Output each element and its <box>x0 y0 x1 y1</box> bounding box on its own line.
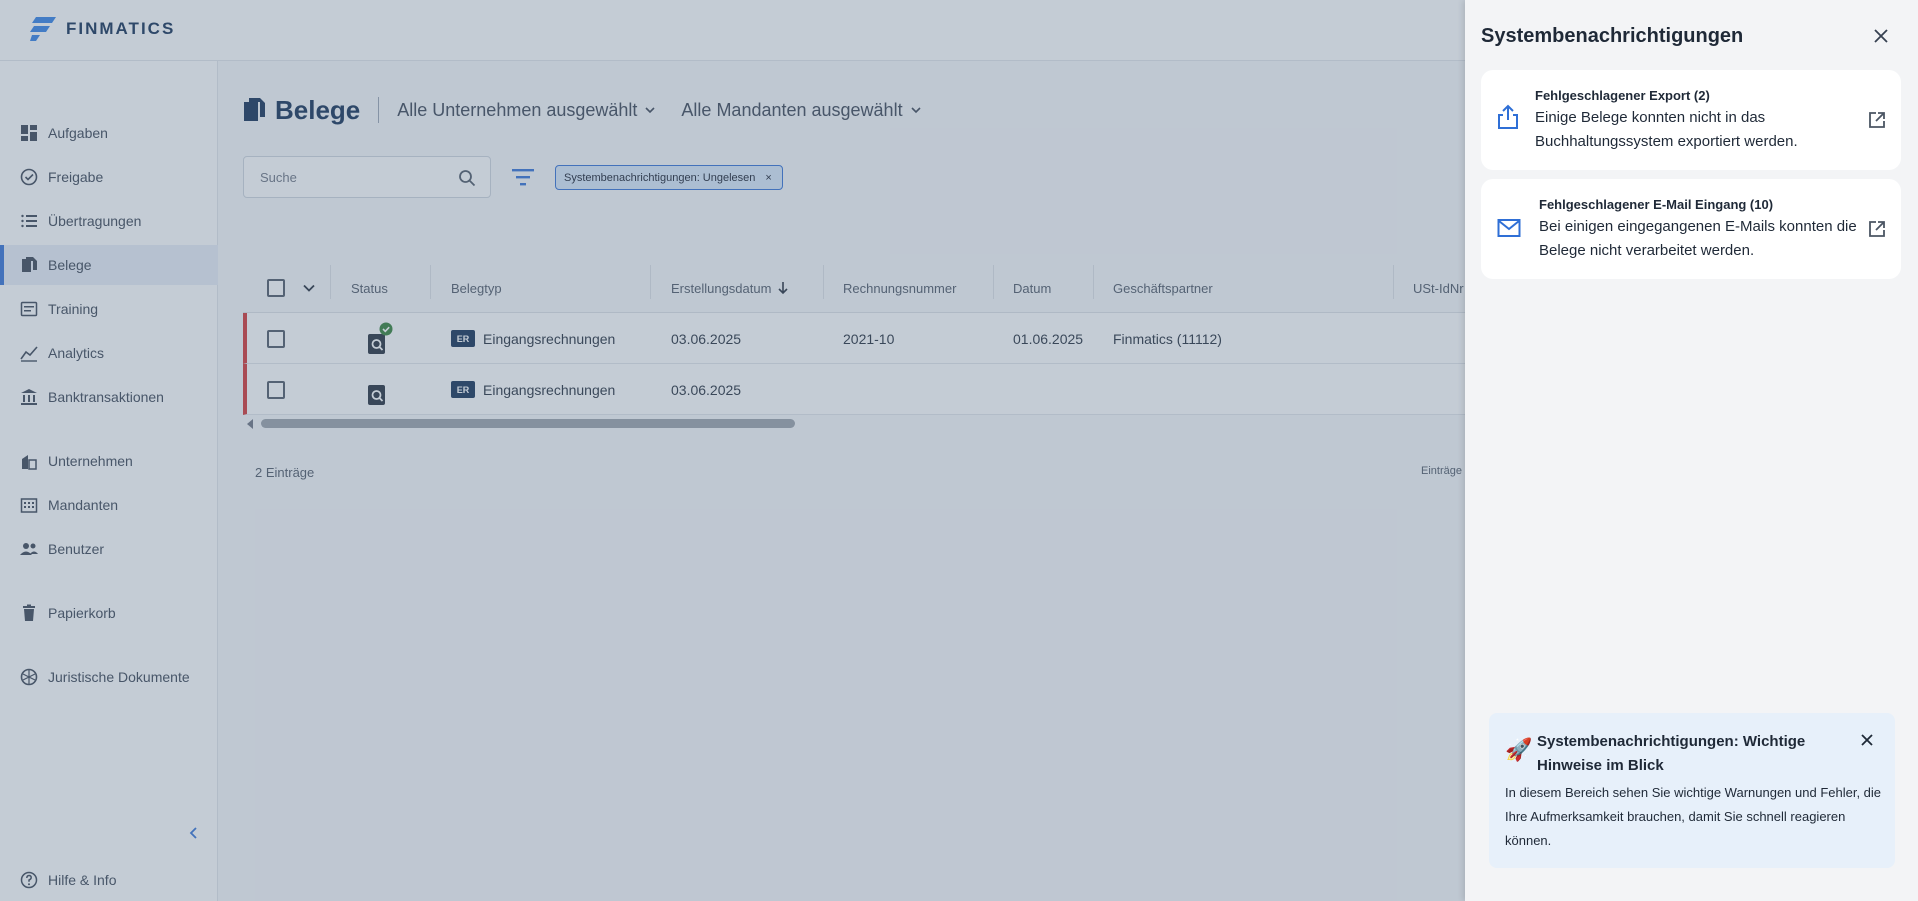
notification-text: Bei einigen eingegangenen E-Mails konnte… <box>1539 218 1857 259</box>
notification-text: Einige Belege konnten nicht in das Buchh… <box>1535 109 1798 150</box>
close-icon[interactable] <box>1873 28 1889 44</box>
notifications-panel: Systembenachrichtigungen Fehlgeschlagene… <box>1465 0 1918 901</box>
notification-card-export[interactable]: Fehlgeschlagener Export (2) Einige Beleg… <box>1481 70 1901 170</box>
panel-title: Systembenachrichtigungen <box>1481 25 1744 47</box>
modal-backdrop[interactable] <box>0 0 1465 901</box>
notification-title: Fehlgeschlagener E-Mail Eingang (10) <box>1539 197 1774 212</box>
notification-title: Fehlgeschlagener Export (2) <box>1535 88 1710 103</box>
open-external-icon[interactable] <box>1867 110 1887 130</box>
share-export-icon <box>1498 104 1518 129</box>
rocket-icon: 🚀 <box>1505 737 1533 762</box>
tip-title: Systembenachrichtigungen: Wichtige Hinwe… <box>1537 733 1806 774</box>
notification-card-email[interactable]: Fehlgeschlagener E-Mail Eingang (10) Bei… <box>1481 179 1901 279</box>
mail-icon <box>1497 219 1521 237</box>
close-icon[interactable] <box>1860 733 1874 747</box>
info-tip-card: 🚀 Systembenachrichtigungen: Wichtige Hin… <box>1489 713 1895 868</box>
open-external-icon[interactable] <box>1867 219 1887 239</box>
tip-text: In diesem Bereich sehen Sie wichtige War… <box>1505 785 1882 848</box>
